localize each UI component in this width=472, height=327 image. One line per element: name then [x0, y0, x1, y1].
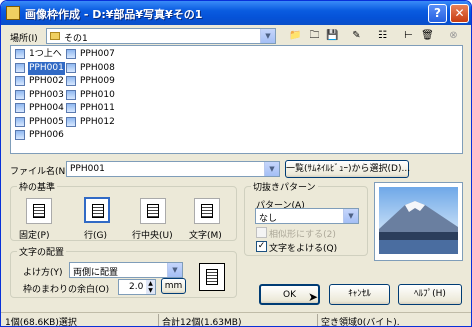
image-file-icon — [15, 103, 25, 113]
unit-button[interactable]: mm — [161, 278, 186, 294]
frame-option-line[interactable]: 行(G) — [84, 228, 107, 241]
cutout-title: 切抜きパターン — [251, 180, 318, 193]
file-name: 1つ上へ — [29, 49, 62, 59]
location-label: 場所(I) — [10, 34, 38, 44]
file-name: PPH010 — [80, 89, 115, 100]
thumbnail-select-button[interactable]: 一覧(ｻﾑﾈｲﾙﾋﾞｭｰ)から選択(D)... — [285, 160, 410, 178]
mountain-photo-icon — [379, 187, 458, 254]
chevron-down-icon[interactable]: ▼ — [260, 29, 275, 43]
margin-value: 2.0 — [129, 282, 144, 292]
dialog-window: 画像枠作成 - D:¥部品¥写真¥その1 ? ✕ 場所(I) その1 ▼ 📁 🗀… — [0, 0, 472, 327]
cancel-button[interactable]: ｷｬﾝｾﾙ — [329, 284, 390, 305]
image-file-icon — [66, 76, 76, 86]
avoid-text-label: 文字をよける(Q) — [269, 244, 338, 254]
similar-checkbox[interactable] — [256, 227, 267, 238]
image-file-icon — [66, 49, 76, 59]
margin-spinner[interactable]: 2.0 ▲ ▼ — [118, 279, 156, 295]
status-total: 合計12個(1.63MB) — [162, 318, 242, 327]
tree-icon[interactable]: ⊢ — [399, 27, 418, 44]
filename-combo[interactable]: PPH001 ▼ — [66, 161, 280, 177]
frame-line-center-icon[interactable] — [140, 198, 166, 224]
stop-icon[interactable]: ⊗ — [444, 27, 463, 44]
image-file-icon — [66, 62, 76, 73]
frame-line-icon[interactable] — [84, 197, 110, 223]
image-file-icon — [15, 62, 25, 73]
frame-option-char[interactable]: 文字(M) — [189, 228, 222, 241]
folder-icon — [50, 32, 60, 40]
location-combo[interactable]: その1 ▼ — [46, 28, 276, 44]
file-name: PPH012 — [80, 116, 115, 127]
delete-icon[interactable]: 🗑 — [418, 27, 437, 44]
help-title-button[interactable]: ? — [428, 4, 447, 23]
chevron-down-icon[interactable]: ▼ — [264, 162, 279, 176]
view-menu-icon[interactable]: ☷ — [373, 27, 392, 44]
new-folder-icon[interactable]: 🗀 — [305, 27, 324, 44]
frame-basis-title: 枠の基準 — [17, 180, 58, 193]
close-button[interactable]: ✕ — [450, 4, 469, 23]
status-selection: 1個(68.6KB)選択 — [5, 318, 77, 327]
pattern-value: なし — [259, 214, 278, 224]
file-name: PPH007 — [80, 49, 115, 59]
frame-option-line-center[interactable]: 行中央(U) — [132, 228, 173, 241]
image-file-icon — [15, 116, 25, 127]
filename-label: ファイル名(N) — [10, 167, 69, 177]
save-icon[interactable]: 💾 — [323, 27, 342, 44]
text-layout-title: 文字の配置 — [17, 245, 67, 258]
margin-label: 枠のまわりの余白(O) — [23, 285, 110, 295]
location-value: その1 — [64, 34, 88, 44]
similar-label: 相似形にする(2) — [269, 230, 336, 240]
file-name: PPH009 — [80, 76, 115, 86]
image-file-icon — [15, 89, 25, 100]
frame-fixed-icon[interactable] — [26, 198, 52, 224]
avoid-value: 両側に配置 — [73, 268, 119, 278]
spinner-arrows-icon[interactable]: ▲ ▼ — [146, 280, 155, 294]
chevron-down-icon[interactable]: ▼ — [167, 263, 182, 277]
avoid-combo[interactable]: 両側に配置 ▼ — [69, 262, 183, 278]
app-icon — [6, 6, 20, 20]
image-file-icon — [66, 116, 76, 127]
file-list[interactable]: 1つ上へ PPH001 PPH002 PPH003 PPH004 PPH005 PPH006… — [10, 45, 463, 154]
cursor-icon: ➤ — [308, 290, 319, 304]
image-file-icon — [15, 76, 25, 86]
file-name: PPH006 — [29, 130, 64, 140]
file-name: PPH004 — [29, 103, 64, 113]
file-name: PPH002 — [29, 76, 64, 86]
filename-value: PPH001 — [70, 164, 105, 174]
up-folder-icon — [15, 49, 25, 59]
image-preview — [374, 182, 463, 261]
file-name: PPH005 — [29, 116, 64, 127]
avoid-text-checkbox[interactable]: ✓ — [256, 241, 267, 252]
status-free: 空き領域0(バイト). — [321, 318, 400, 327]
window-title: 画像枠作成 - D:¥部品¥写真¥その1 — [25, 8, 203, 21]
file-name: PPH008 — [80, 62, 115, 73]
pattern-combo[interactable]: なし ▼ — [255, 208, 359, 224]
up-folder-icon[interactable]: 📁 — [286, 27, 305, 44]
file-name: PPH001 — [28, 61, 65, 75]
frame-option-fixed[interactable]: 固定(P) — [19, 228, 49, 241]
image-file-icon — [15, 130, 25, 140]
frame-char-icon[interactable] — [194, 198, 220, 224]
file-name: PPH003 — [29, 89, 64, 100]
image-file-icon — [66, 89, 76, 100]
file-name: PPH011 — [80, 103, 115, 113]
chevron-down-icon[interactable]: ▼ — [343, 209, 358, 223]
status-bar: 1個(68.6KB)選択 合計12個(1.63MB) 空き領域0(バイト). — [1, 312, 471, 327]
title-bar: 画像枠作成 - D:¥部品¥写真¥その1 ? ✕ — [1, 1, 471, 25]
edit-icon[interactable]: ✎ — [347, 27, 366, 44]
avoid-label: よけ方(Y) — [23, 268, 63, 278]
help-button[interactable]: ﾍﾙﾌﾟ(H) — [398, 284, 462, 305]
layout-preview-icon — [199, 263, 225, 291]
image-file-icon — [66, 103, 76, 113]
